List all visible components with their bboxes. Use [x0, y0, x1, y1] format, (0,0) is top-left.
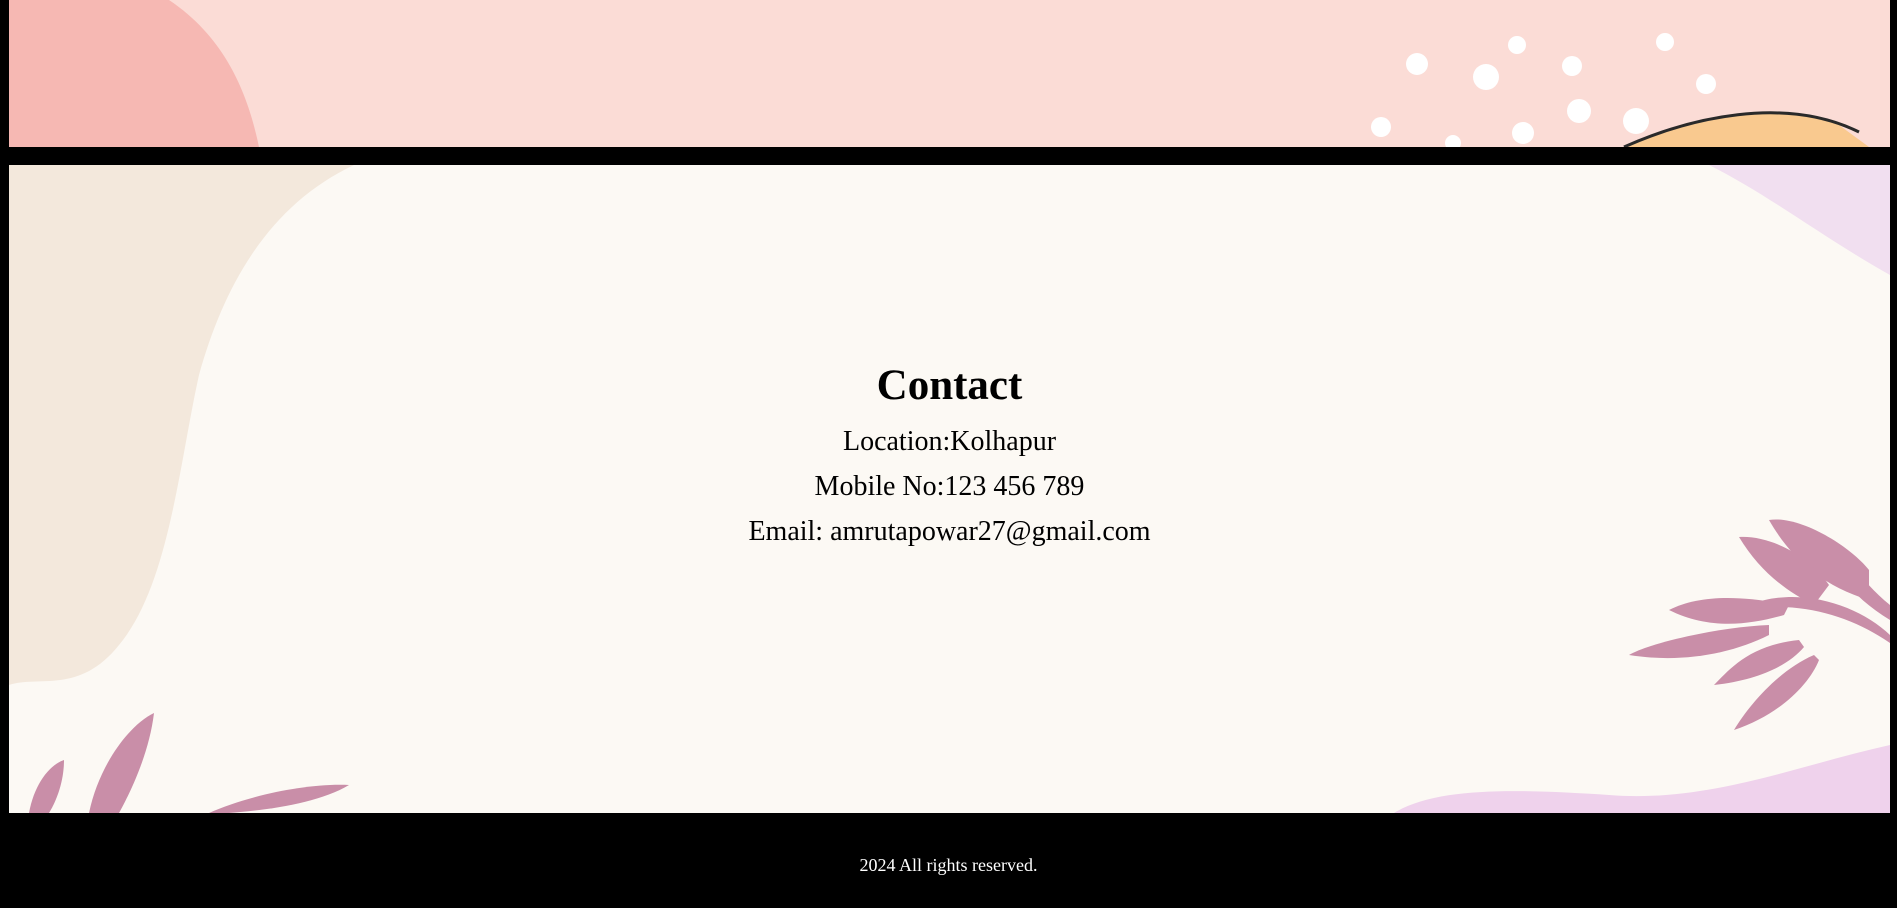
page: Contact Location:Kolhapur Mobile No:123 … [0, 0, 1897, 908]
contact-heading: Contact [876, 362, 1023, 409]
contact-section: Contact Location:Kolhapur Mobile No:123 … [9, 165, 1890, 813]
mobile-text: Mobile No:123 456 789 [814, 471, 1085, 502]
location-text: Location:Kolhapur [842, 426, 1057, 457]
email-text: Email: amrutapowar27@gmail.com [748, 516, 1151, 547]
copyright-text: 2024 All rights reserved. [859, 855, 1038, 875]
contact-info: Contact Location:Kolhapur Mobile No:123 … [9, 361, 1890, 554]
banner-decoration [9, 0, 1890, 147]
top-banner-image [9, 0, 1890, 147]
footer: 2024 All rights reserved. [0, 813, 1897, 908]
